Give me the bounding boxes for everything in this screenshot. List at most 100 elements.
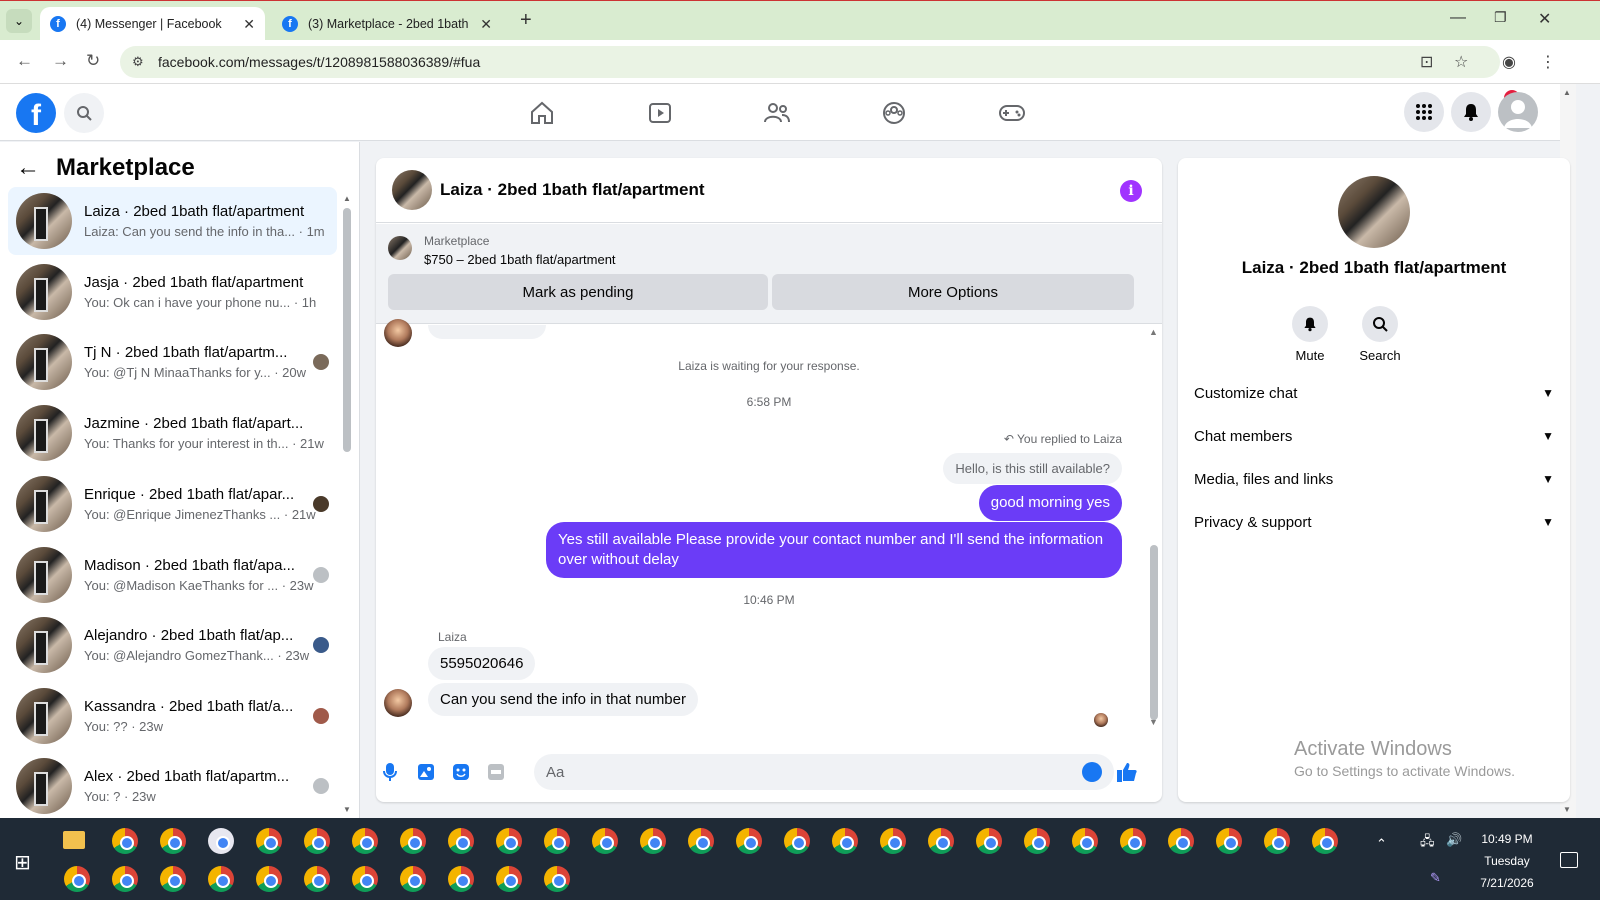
- chrome-icon[interactable]: [1024, 828, 1050, 854]
- chrome-icon[interactable]: [880, 828, 906, 854]
- notification-center-icon[interactable]: [1560, 852, 1578, 868]
- chrome-icon[interactable]: [736, 828, 762, 854]
- back-arrow-icon[interactable]: ←: [16, 154, 40, 182]
- more-menu-icon[interactable]: ⋮: [1540, 52, 1556, 72]
- chrome-icon[interactable]: [112, 866, 138, 892]
- restore-button[interactable]: ❐: [1494, 9, 1507, 26]
- minimize-button[interactable]: —: [1450, 9, 1466, 27]
- message-input[interactable]: [534, 754, 1114, 790]
- pen-icon[interactable]: ✎: [1430, 870, 1441, 886]
- chrome-icon[interactable]: [688, 828, 714, 854]
- scroll-up-icon[interactable]: ▲: [1563, 88, 1571, 97]
- listing-thumbnail[interactable]: [388, 236, 412, 260]
- outgoing-message[interactable]: good morning yes: [978, 485, 1122, 521]
- notifications-button[interactable]: [1451, 92, 1491, 132]
- tab-search-button[interactable]: ⌄: [6, 9, 32, 33]
- chrome-icon[interactable]: [784, 828, 810, 854]
- chrome-icon[interactable]: [448, 866, 474, 892]
- gif-button[interactable]: [486, 762, 506, 782]
- chrome-icon[interactable]: [1264, 828, 1290, 854]
- incoming-message[interactable]: Can you send the info in that number: [428, 683, 698, 716]
- conversation-item[interactable]: Alex · 2bed 1bath flat/apartm... You: ? …: [8, 752, 337, 818]
- more-options-button[interactable]: More Options: [772, 274, 1134, 310]
- scroll-up-icon[interactable]: ▲: [1149, 327, 1158, 337]
- chrome-icon[interactable]: [112, 828, 138, 854]
- chrome-icon[interactable]: [832, 828, 858, 854]
- chrome-icon[interactable]: [256, 828, 282, 854]
- file-explorer-icon[interactable]: [63, 831, 85, 849]
- chrome-icon[interactable]: [976, 828, 1002, 854]
- conversation-item[interactable]: Alejandro · 2bed 1bath flat/ap... You: @…: [8, 611, 337, 679]
- chrome-icon[interactable]: [1120, 828, 1146, 854]
- chrome-icon[interactable]: [208, 866, 234, 892]
- reload-icon[interactable]: ↻: [86, 51, 100, 71]
- show-hidden-icons[interactable]: ⌃: [1376, 836, 1387, 852]
- network-icon[interactable]: 🖧: [1420, 832, 1435, 854]
- video-nav-button[interactable]: [645, 98, 675, 128]
- new-tab-button[interactable]: +: [520, 9, 532, 32]
- conversation-list-scrollbar[interactable]: ▲ ▼: [343, 194, 351, 814]
- conversation-item[interactable]: Jazmine · 2bed 1bath flat/apart... You: …: [8, 399, 337, 467]
- chrome-icon[interactable]: [1312, 828, 1338, 854]
- chrome-icon[interactable]: [544, 828, 570, 854]
- profile-icon[interactable]: ◉: [1502, 52, 1516, 72]
- mute-button[interactable]: Mute: [1270, 306, 1350, 363]
- chrome-icon[interactable]: [160, 866, 186, 892]
- app-icon[interactable]: [208, 828, 234, 854]
- chrome-icon[interactable]: [448, 828, 474, 854]
- chrome-icon[interactable]: [352, 866, 378, 892]
- bookmark-star-icon[interactable]: ☆: [1454, 52, 1468, 72]
- facebook-search-button[interactable]: [64, 93, 104, 133]
- conversation-item[interactable]: Jasja · 2bed 1bath flat/apartment You: O…: [8, 258, 337, 326]
- emoji-icon[interactable]: [1082, 762, 1102, 782]
- chrome-icon[interactable]: [496, 828, 522, 854]
- listing-title[interactable]: $750 – 2bed 1bath flat/apartment: [424, 252, 616, 267]
- chrome-icon[interactable]: [304, 866, 330, 892]
- account-button[interactable]: [1498, 92, 1538, 132]
- attach-photo-button[interactable]: [416, 762, 436, 782]
- voice-clip-button[interactable]: [380, 762, 400, 782]
- chrome-icon[interactable]: [160, 828, 186, 854]
- conversation-item[interactable]: Laiza · 2bed 1bath flat/apartment Laiza:…: [8, 187, 337, 255]
- like-button[interactable]: [1116, 762, 1138, 782]
- tab-messenger[interactable]: f (4) Messenger | Facebook ✕: [40, 7, 265, 41]
- quoted-message[interactable]: Hello, is this still available?: [943, 453, 1122, 484]
- system-clock[interactable]: 10:49 PM Tuesday 7/21/2026: [1452, 828, 1562, 894]
- search-in-chat-button[interactable]: Search: [1340, 306, 1420, 363]
- scroll-thumb[interactable]: [1150, 545, 1158, 720]
- close-tab-icon[interactable]: ✕: [480, 16, 492, 33]
- back-icon[interactable]: ←: [16, 51, 33, 71]
- conversation-item[interactable]: Kassandra · 2bed 1bath flat/a... You: ??…: [8, 682, 337, 750]
- gaming-nav-button[interactable]: [997, 98, 1027, 128]
- groups-nav-button[interactable]: [879, 98, 909, 128]
- address-bar[interactable]: ⚙ facebook.com/messages/t/12089815880363…: [120, 46, 1500, 78]
- friends-nav-button[interactable]: [762, 98, 792, 128]
- chrome-icon[interactable]: [352, 828, 378, 854]
- mark-pending-button[interactable]: Mark as pending: [388, 274, 768, 310]
- scroll-down-icon[interactable]: ▼: [1563, 805, 1571, 814]
- chrome-icon[interactable]: [544, 866, 570, 892]
- scroll-down-icon[interactable]: ▼: [343, 805, 351, 814]
- listing-thumbnail[interactable]: [392, 170, 432, 210]
- incoming-message[interactable]: 5595020646: [428, 647, 536, 680]
- chrome-icon[interactable]: [592, 828, 618, 854]
- facebook-logo[interactable]: f: [16, 93, 56, 133]
- chrome-icon[interactable]: [256, 866, 282, 892]
- customize-chat-section[interactable]: Customize chat ▼: [1194, 373, 1554, 413]
- message-scrollbar[interactable]: ▲ ▼: [1149, 325, 1158, 730]
- chrome-icon[interactable]: [400, 828, 426, 854]
- chrome-icon[interactable]: [640, 828, 666, 854]
- info-icon[interactable]: i: [1120, 180, 1142, 202]
- chrome-icon[interactable]: [1168, 828, 1194, 854]
- install-app-icon[interactable]: ⊡: [1420, 52, 1433, 72]
- scroll-down-icon[interactable]: ▼: [1149, 717, 1158, 727]
- close-window-button[interactable]: ✕: [1538, 9, 1551, 29]
- home-nav-button[interactable]: [527, 98, 557, 128]
- chrome-icon[interactable]: [928, 828, 954, 854]
- conversation-item[interactable]: Madison · 2bed 1bath flat/apa... You: @M…: [8, 541, 337, 609]
- media-files-links-section[interactable]: Media, files and links ▼: [1194, 459, 1554, 499]
- site-settings-icon[interactable]: ⚙: [132, 54, 144, 70]
- chrome-icon[interactable]: [304, 828, 330, 854]
- conversation-item[interactable]: Enrique · 2bed 1bath flat/apar... You: @…: [8, 470, 337, 538]
- chat-title[interactable]: Laiza · 2bed 1bath flat/apartment: [440, 180, 705, 200]
